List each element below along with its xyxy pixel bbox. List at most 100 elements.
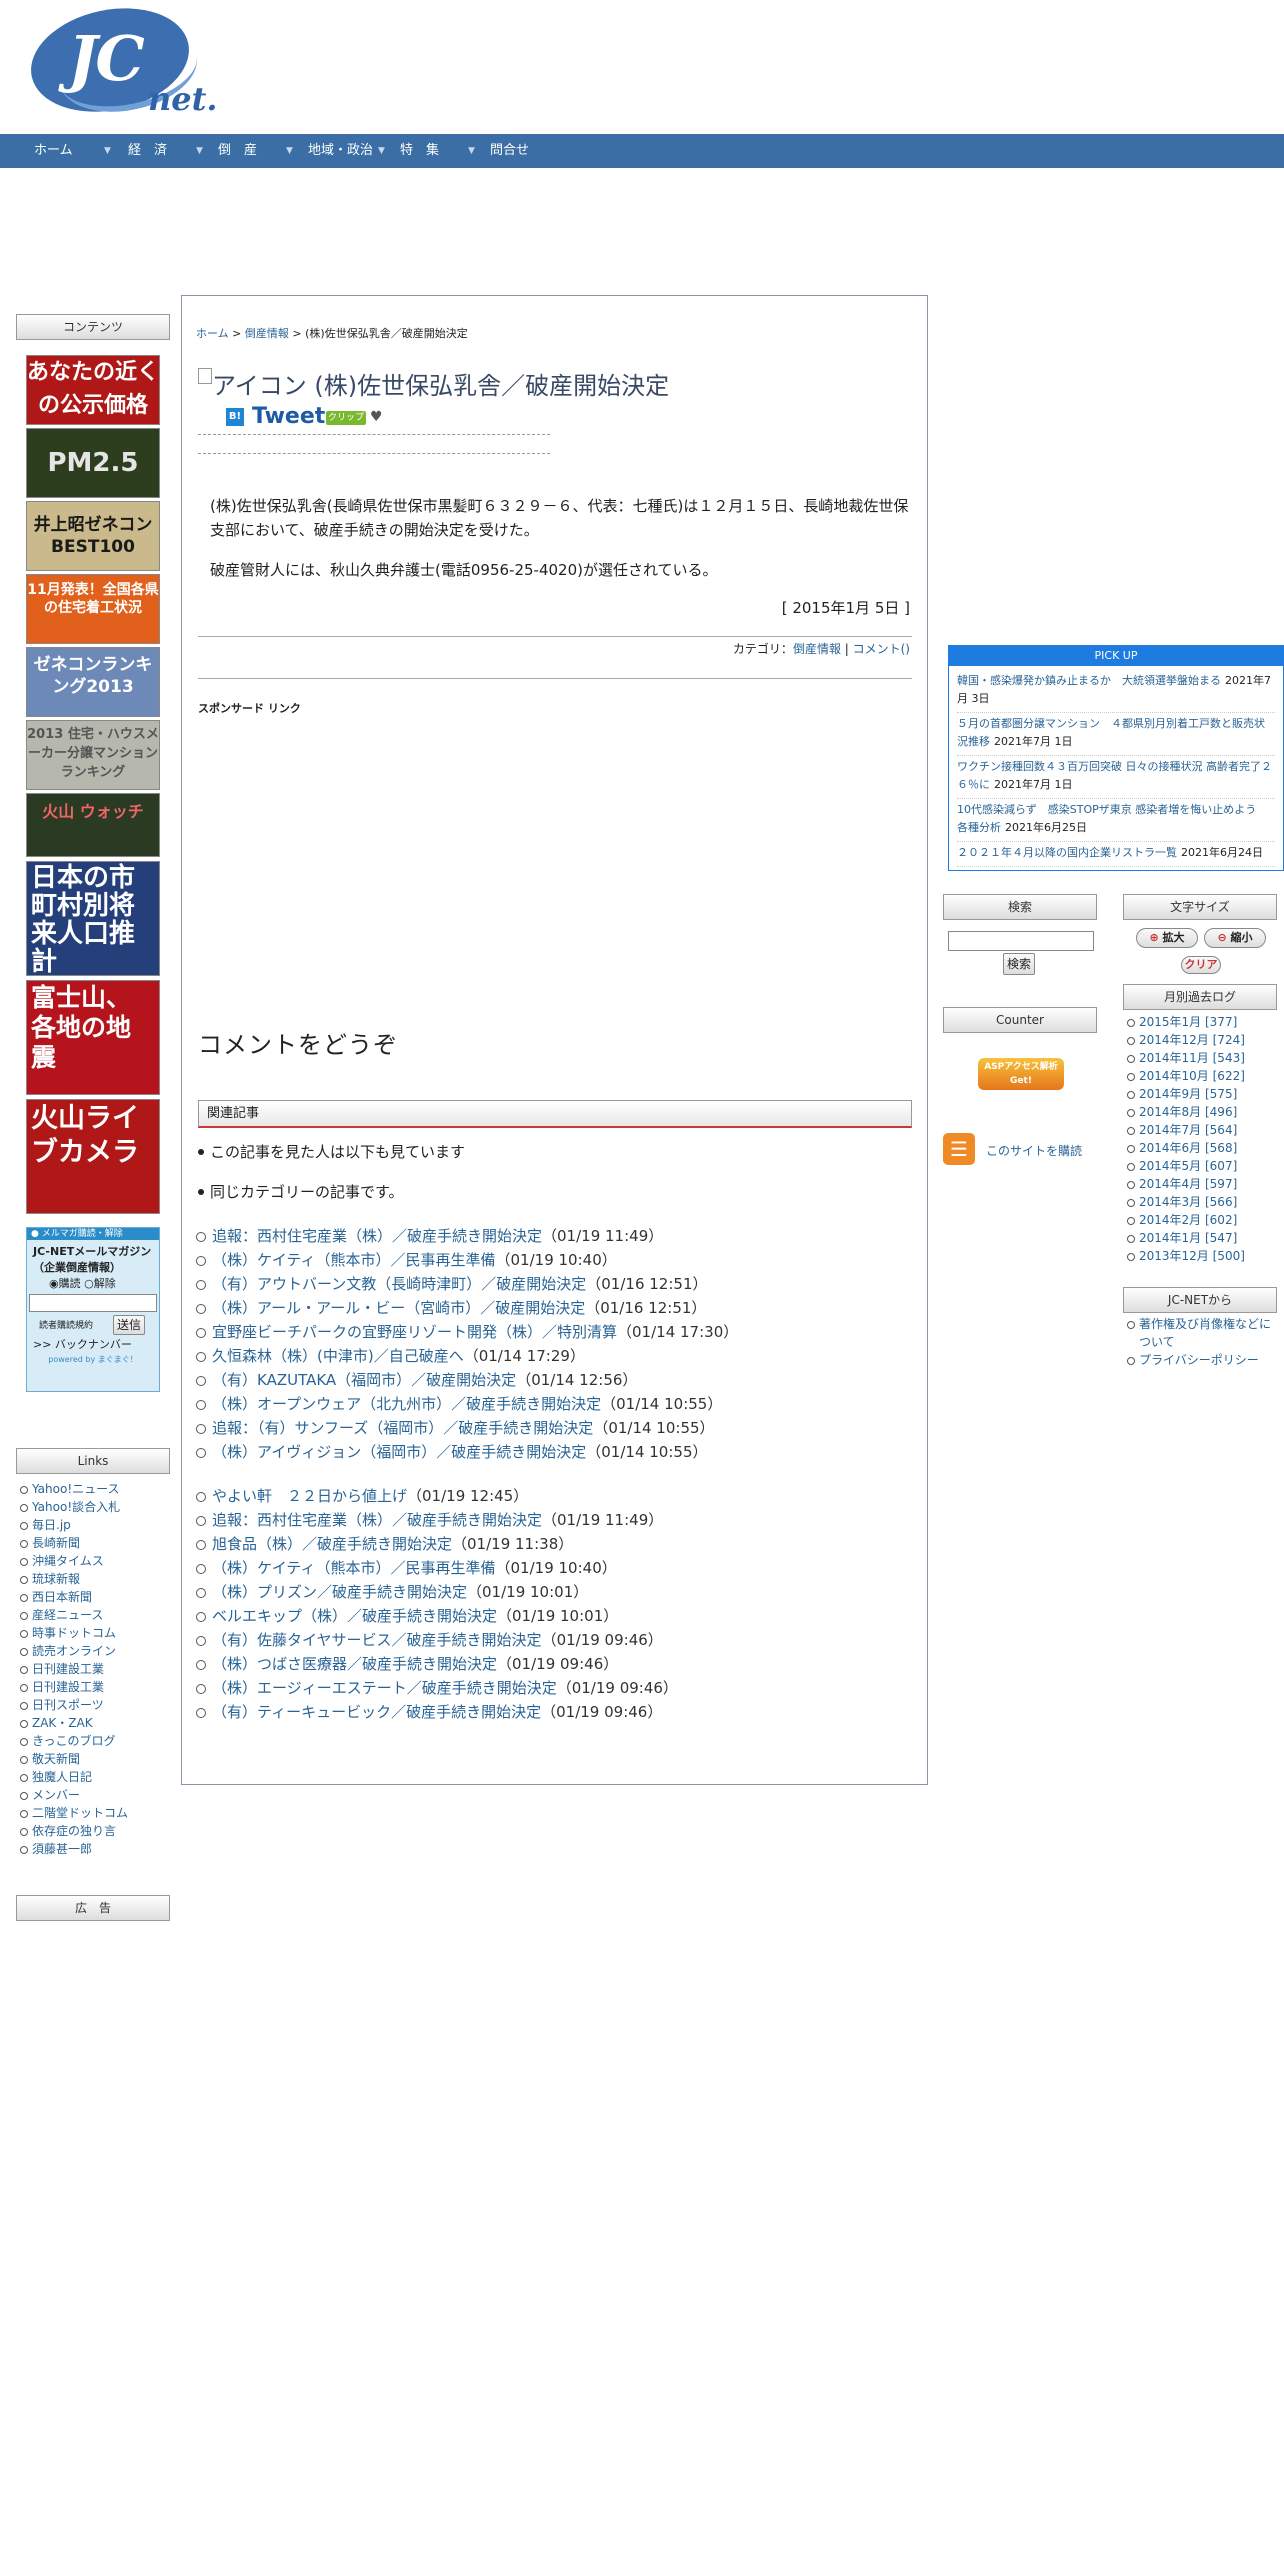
unsubscribe-radio[interactable]: ○ [84,1277,94,1290]
sidebar-link[interactable]: 二階堂ドットコム [18,1804,128,1822]
subscribe-radio[interactable]: ◉ [49,1277,59,1290]
banner-fuji-earthquake[interactable]: 富士山、各地の地震 [26,980,160,1095]
comment-link[interactable]: コメント() [853,642,910,656]
banner-future-population[interactable]: 日本の市町村別将来人口推計 [26,861,160,976]
sidebar-link[interactable]: メンバー [18,1786,128,1804]
sidebar-link[interactable]: 時事ドットコム [18,1624,128,1642]
archive-link[interactable]: 2015年1月 [377] [1125,1013,1245,1031]
tweet-button[interactable]: Tweet [252,404,325,429]
sidebar-link[interactable]: きっこのブログ [18,1732,128,1750]
clip-button[interactable]: クリップ [326,411,366,425]
banner-volcano-watch[interactable]: 火山 ウォッチ [26,793,160,857]
nav-contact[interactable]: 問合せ [490,134,529,168]
sidebar-link[interactable]: ZAK・ZAK [18,1714,128,1732]
mail-send-button[interactable]: 送信 [113,1315,145,1335]
sidebar-link[interactable]: 依存症の独り言 [18,1822,128,1840]
nav-region-politics[interactable]: 地域・政治 [308,134,373,168]
nav-feature[interactable]: 特 集 [400,134,439,168]
font-shrink-button[interactable]: ⊖ 縮小 [1204,928,1266,948]
hatena-bookmark-icon[interactable]: B! [226,408,244,426]
archive-link[interactable]: 2014年4月 [597] [1125,1175,1245,1193]
sidebar-link[interactable]: 琉球新報 [18,1570,128,1588]
related-article-link[interactable]: （有）アウトバーン文教（長崎時津町）／破産開始決定 [212,1275,586,1293]
banner-housing-starts[interactable]: 11月発表！全国各県の住宅着工状況 [26,574,160,644]
powered-by[interactable]: powered by まぐまぐ！ [27,1354,159,1365]
related-article-link[interactable]: （株）プリズン／破産手続き開始決定 [212,1583,467,1601]
font-enlarge-button[interactable]: ⊕ 拡大 [1136,928,1198,948]
related-article-link[interactable]: 宜野座ビーチパークの宜野座リゾート開発（株）／特別清算 [212,1323,617,1341]
mail-email-input[interactable] [29,1294,157,1312]
related-article-link[interactable]: （株）オープンウェア（北九州市）／破産手続き開始決定 [212,1395,601,1413]
sidebar-link[interactable]: 敬天新聞 [18,1750,128,1768]
related-article-link[interactable]: （株）ケイティ（熊本市）／民事再生準備 [212,1251,496,1269]
sidebar-link[interactable]: 須藤甚一郎 [18,1840,128,1858]
pickup-article-link[interactable]: ２０２１年４月以降の国内企業リストラ一覧 [957,846,1177,859]
related-article-link[interactable]: （株）エージィーエステート／破産手続き開始決定 [212,1679,557,1697]
banner-volcano-live-camera[interactable]: 火山ライブカメラ [26,1099,160,1214]
jcnet-info-link[interactable]: 著作権及び肖像権などについて [1125,1315,1275,1351]
related-article-link[interactable]: （株）アイヴィジョン（福岡市）／破産手続き開始決定 [212,1443,586,1461]
search-input[interactable] [948,931,1094,951]
sidebar-link[interactable]: 日刊建設工業 [18,1678,128,1696]
archive-link[interactable]: 2014年2月 [602] [1125,1211,1245,1229]
sidebar-link[interactable]: 独魔人日記 [18,1768,128,1786]
related-article-link[interactable]: （有）KAZUTAKA（福岡市）／破産開始決定 [212,1371,516,1389]
sidebar-link[interactable]: 産経ニュース [18,1606,128,1624]
related-article-link[interactable]: 追報：西村住宅産業（株）／破産手続き開始決定 [212,1511,542,1529]
banner-zenekon-best100[interactable]: 井上昭ゼネコンBEST100 [26,501,160,571]
related-article-link[interactable]: 久恒森林（株）(中津市)／自己破産へ [212,1347,464,1365]
archive-link[interactable]: 2014年8月 [496] [1125,1103,1245,1121]
related-article-link[interactable]: （有）ティーキュービック／破産手続き開始決定 [212,1703,541,1721]
pickup-article-link[interactable]: 韓国・感染爆発か鎮み止まるか 大統領選挙盤始まる [957,674,1221,687]
related-article-link[interactable]: 旭食品（株）／破産手続き開始決定 [212,1535,452,1553]
sidebar-link[interactable]: 読売オンライン [18,1642,128,1660]
archive-link[interactable]: 2014年11月 [543] [1125,1049,1245,1067]
sidebar-link[interactable]: 毎日.jp [18,1516,128,1534]
related-article-link[interactable]: （株）つばさ医療器／破産手続き開始決定 [212,1655,497,1673]
archive-link[interactable]: 2014年1月 [547] [1125,1229,1245,1247]
breadcrumb-category[interactable]: 倒産情報 [245,327,289,340]
related-article-link[interactable]: （有）佐藤タイヤサービス／破産手続き開始決定 [212,1631,542,1649]
archive-link[interactable]: 2014年7月 [564] [1125,1121,1245,1139]
related-article-link[interactable]: 追報：西村住宅産業（株）／破産手続き開始決定 [212,1227,542,1245]
sidebar-link[interactable]: 日刊スポーツ [18,1696,128,1714]
rss-icon[interactable]: ☰ [943,1133,975,1165]
jcnet-info-link[interactable]: プライバシーポリシー [1125,1351,1275,1369]
share-icon[interactable]: ♥ [370,409,383,425]
sidebar-link[interactable]: 沖縄タイムス [18,1552,128,1570]
sidebar-link[interactable]: Yahoo!ニュース [18,1480,128,1498]
banner-housemaker-ranking[interactable]: 2013 住宅・ハウスメーカー分譲マンションランキング [26,720,160,790]
archive-link[interactable]: 2014年10月 [622] [1125,1067,1245,1085]
banner-public-price[interactable]: あなたの近くの公示価格 [26,355,160,425]
sidebar-link[interactable]: 西日本新聞 [18,1588,128,1606]
archive-link[interactable]: 2013年12月 [500] [1125,1247,1245,1265]
category-link[interactable]: 倒産情報 [793,642,841,656]
mail-terms-link[interactable]: 読者購読規約 [39,1318,93,1331]
rss-subscribe-link[interactable]: このサイトを購読 [986,1142,1082,1159]
font-clear-button[interactable]: クリア [1181,956,1221,974]
banner-zenekon-ranking-2013[interactable]: ゼネコンランキング2013 [26,647,160,717]
nav-economy[interactable]: 経 済 [128,134,167,168]
archive-link[interactable]: 2014年6月 [568] [1125,1139,1245,1157]
sidebar-link[interactable]: 長崎新聞 [18,1534,128,1552]
related-article-link[interactable]: 追報：（有）サンフーズ（福岡市）／破産手続き開始決定 [212,1419,593,1437]
related-article-link[interactable]: やよい軒 ２２日から値上げ [212,1487,407,1505]
archive-link[interactable]: 2014年5月 [607] [1125,1157,1245,1175]
nav-home[interactable]: ホーム [34,134,73,168]
related-article-link[interactable]: （株）ケイティ（熊本市）／民事再生準備 [212,1559,496,1577]
sidebar-link[interactable]: Yahoo!談合入札 [18,1498,128,1516]
backnumber-link[interactable]: >> バックナンバー [27,1336,159,1354]
mail-magazine-header[interactable]: ● メルマガ購読・解除 [27,1228,159,1240]
archive-link[interactable]: 2014年12月 [724] [1125,1031,1245,1049]
banner-pm25[interactable]: PM2.5 [26,428,160,498]
site-logo[interactable]: JC net. [21,0,220,126]
archive-link[interactable]: 2014年9月 [575] [1125,1085,1245,1103]
breadcrumb-home[interactable]: ホーム [196,327,229,340]
archive-link[interactable]: 2014年3月 [566] [1125,1193,1245,1211]
related-article-link[interactable]: ベルエキップ（株）／破産手続き開始決定 [212,1607,497,1625]
nav-bankruptcy[interactable]: 倒 産 [218,134,257,168]
access-analysis-badge[interactable]: ASPアクセス解析 Get! [978,1058,1064,1090]
search-button[interactable]: 検索 [1003,953,1035,975]
sidebar-link[interactable]: 日刊建設工業 [18,1660,128,1678]
related-article-link[interactable]: （株）アール・アール・ビー（宮崎市）／破産開始決定 [212,1299,585,1317]
